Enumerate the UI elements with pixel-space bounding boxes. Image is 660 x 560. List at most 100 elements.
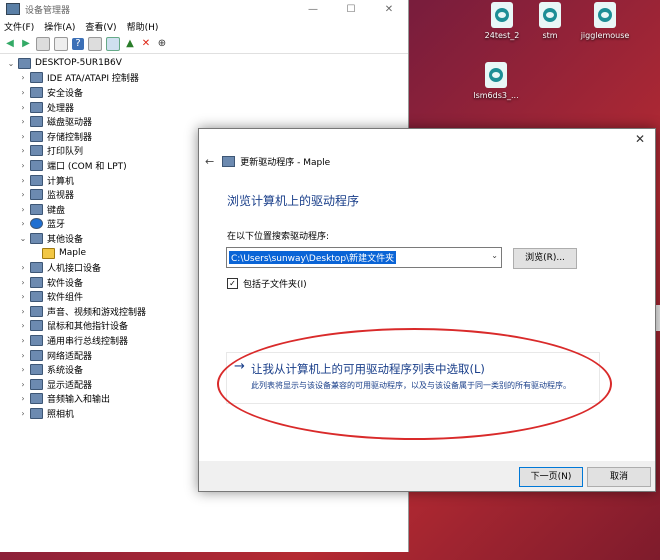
update-driver-dialog: ✕ ← 更新驱动程序 - Maple 浏览计算机上的驱动程序 在以下位置搜索驱动…: [198, 128, 656, 492]
computer-icon: [18, 57, 31, 69]
chevron-right-icon[interactable]: ›: [18, 336, 28, 345]
chevron-right-icon[interactable]: ›: [18, 263, 28, 272]
include-subfolders-label: 包括子文件夹(I): [243, 280, 307, 290]
title-bar: 设备管理器 — ☐ ✕: [0, 0, 408, 18]
minimize-icon[interactable]: —: [294, 4, 332, 15]
desktop-icon-lsm6ds3[interactable]: lsm6ds3_...: [466, 62, 526, 100]
usb-icon: [30, 335, 43, 347]
maximize-icon[interactable]: ☐: [332, 4, 370, 15]
close-icon[interactable]: ✕: [370, 4, 408, 15]
back-arrow-icon[interactable]: ◀: [4, 38, 16, 50]
tree-item[interactable]: › 磁盘驱动器: [0, 114, 408, 129]
chevron-down-icon[interactable]: ⌄: [491, 251, 498, 260]
chevron-right-icon[interactable]: ›: [18, 219, 28, 228]
chevron-right-icon[interactable]: ›: [18, 307, 28, 316]
tree-item-label: 处理器: [47, 103, 75, 114]
tree-item[interactable]: › IDE ATA/ATAPI 控制器: [0, 71, 408, 86]
tree-item-label: 软件组件: [47, 293, 84, 304]
chevron-right-icon[interactable]: ›: [18, 88, 28, 97]
tree-item-label: 系统设备: [47, 366, 84, 377]
chevron-right-icon[interactable]: ›: [18, 351, 28, 360]
chevron-right-icon[interactable]: ›: [18, 278, 28, 287]
dialog-title: 更新驱动程序 - Maple: [240, 158, 331, 168]
toolbar: ◀ ▶ ? ▲ ✕ ⊕: [0, 35, 408, 54]
chevron-right-icon[interactable]: ›: [18, 321, 28, 330]
download-icon[interactable]: ⊕: [156, 38, 168, 50]
help-icon[interactable]: ?: [72, 38, 84, 50]
menu-help[interactable]: 帮助(H): [127, 20, 159, 33]
tree-item-label: 通用串行总线控制器: [47, 337, 129, 348]
chevron-right-icon[interactable]: ›: [18, 409, 28, 418]
monitor-icon[interactable]: [106, 37, 120, 51]
mouse-icon: [30, 320, 43, 332]
chevron-right-icon[interactable]: ›: [18, 394, 28, 403]
next-button[interactable]: 下一页(N): [519, 467, 583, 487]
menu-bar: 文件(F) 操作(A) 查看(V) 帮助(H): [0, 18, 408, 35]
menu-view[interactable]: 查看(V): [85, 20, 116, 33]
tree-item-label: 显示适配器: [47, 380, 93, 391]
tree-item-label: 鼠标和其他指针设备: [47, 322, 129, 333]
tree-root[interactable]: ⌄ DESKTOP-5UR1B6V: [0, 56, 408, 71]
include-subfolders-checkbox[interactable]: ✓ 包括子文件夹(I): [227, 277, 307, 290]
tree-item-label: 计算机: [47, 176, 75, 187]
tree-item[interactable]: › 处理器: [0, 100, 408, 115]
network-adapter-icon: [30, 349, 43, 361]
device-icon: [222, 156, 236, 167]
chevron-right-icon[interactable]: ›: [18, 132, 28, 141]
tree-item-label: 磁盘驱动器: [47, 118, 93, 129]
view-icon[interactable]: [88, 37, 102, 51]
chevron-down-icon[interactable]: ⌄: [18, 234, 28, 243]
disk-drive-icon: [30, 116, 43, 128]
audio-io-icon: [30, 393, 43, 405]
chevron-right-icon[interactable]: ›: [18, 117, 28, 126]
desktop-icon-label: 24test_2: [484, 31, 520, 40]
back-arrow-icon[interactable]: ←: [205, 155, 214, 168]
dialog-header: ← 更新驱动程序 - Maple: [205, 155, 330, 168]
chevron-right-icon[interactable]: ›: [18, 176, 28, 185]
tree-item-label: 照相机: [47, 410, 75, 421]
chevron-right-icon[interactable]: ›: [18, 146, 28, 155]
arduino-file-icon: [485, 62, 507, 88]
desktop-icon-stm[interactable]: stm: [520, 2, 580, 40]
chevron-right-icon[interactable]: ›: [18, 73, 28, 82]
keyboard-icon: [30, 203, 43, 215]
system-device-icon: [30, 364, 43, 376]
uninstall-icon[interactable]: ✕: [140, 38, 152, 50]
browse-button[interactable]: 浏览(R)...: [513, 248, 577, 269]
driver-path-combobox[interactable]: C:\Users\sunway\Desktop\新建文件夹 ⌄: [226, 247, 502, 268]
sound-icon: [30, 305, 43, 317]
driver-path-value[interactable]: C:\Users\sunway\Desktop\新建文件夹: [229, 251, 397, 264]
arduino-file-icon: [594, 2, 616, 28]
page-title: 浏览计算机上的驱动程序: [227, 194, 360, 208]
checkmark-icon[interactable]: ✓: [227, 278, 238, 289]
tree-item-label: 端口 (COM 和 LPT): [47, 161, 127, 172]
tree-item[interactable]: › 安全设备: [0, 85, 408, 100]
arduino-file-icon: [491, 2, 513, 28]
tree-item-label: IDE ATA/ATAPI 控制器: [47, 74, 139, 85]
chevron-right-icon[interactable]: ›: [18, 190, 28, 199]
show-hide-icon[interactable]: [54, 37, 68, 51]
menu-file[interactable]: 文件(F): [4, 20, 34, 33]
cancel-button[interactable]: 取消: [587, 467, 651, 487]
chevron-right-icon[interactable]: ›: [18, 380, 28, 389]
port-icon: [30, 159, 43, 171]
chevron-right-icon[interactable]: ›: [18, 292, 28, 301]
camera-icon: [30, 408, 43, 420]
chevron-right-icon[interactable]: ›: [18, 205, 28, 214]
chevron-right-icon[interactable]: ›: [18, 365, 28, 374]
chevron-down-icon[interactable]: ⌄: [6, 59, 16, 68]
close-icon[interactable]: ✕: [635, 132, 645, 146]
desktop-icon-label: jigglemouse: [580, 31, 630, 40]
arduino-file-icon: [539, 2, 561, 28]
chevron-right-icon[interactable]: ›: [18, 103, 28, 112]
menu-action[interactable]: 操作(A): [44, 20, 75, 33]
ide-controller-icon: [30, 72, 43, 84]
desktop-icon-jigglemouse[interactable]: jigglemouse: [575, 2, 635, 40]
forward-arrow-icon[interactable]: ▶: [20, 38, 32, 50]
other-devices-icon: [30, 232, 43, 244]
chevron-right-icon[interactable]: ›: [18, 161, 28, 170]
update-driver-icon[interactable]: ▲: [124, 38, 136, 50]
unknown-device-warning-icon: [42, 247, 55, 259]
desktop-icon-label: lsm6ds3_...: [473, 91, 519, 100]
properties-icon[interactable]: [36, 37, 50, 51]
